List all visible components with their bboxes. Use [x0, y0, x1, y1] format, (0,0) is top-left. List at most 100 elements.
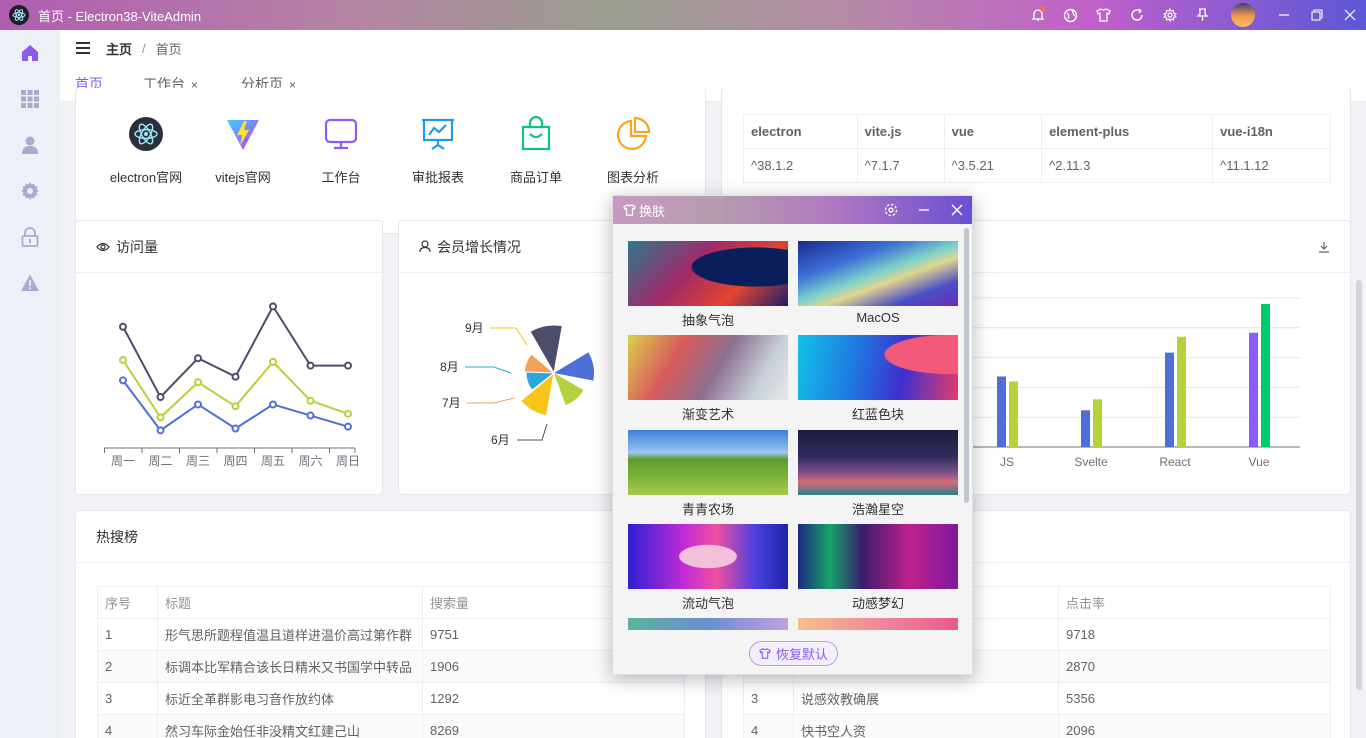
label-leader-line	[467, 397, 515, 404]
close-window-icon[interactable]	[1333, 0, 1366, 30]
shortcut-vite[interactable]: vitejs官网	[198, 113, 288, 186]
user-outline-icon	[419, 240, 431, 253]
maximize-icon[interactable]	[1300, 0, 1333, 30]
user-icon	[22, 136, 38, 154]
sidebar-item-apps[interactable]	[0, 76, 60, 122]
menu-toggle-icon[interactable]	[76, 42, 90, 54]
dependencies-table: electron vite.js vue element-plus vue-i1…	[743, 114, 1331, 183]
hot-search-header: 热搜榜	[76, 511, 705, 563]
pin-icon[interactable]	[1186, 0, 1219, 30]
shortcut-approval[interactable]: 审批报表	[393, 113, 483, 186]
x-tick-label: 周六	[298, 454, 322, 468]
sidebar-item-warning[interactable]	[0, 260, 60, 306]
visits-card-header: 访问量	[76, 221, 382, 273]
breadcrumb-root[interactable]: 主页	[106, 39, 132, 58]
skin-thumb-gradient-art[interactable]	[628, 335, 788, 400]
top-bar: 主页 / 首页	[60, 30, 1366, 66]
breadcrumb-separator: /	[142, 40, 146, 56]
x-tick-label: Vue	[1249, 455, 1270, 469]
language-globe-icon[interactable]	[1054, 0, 1087, 30]
main-scrollbar[interactable]	[1356, 280, 1362, 690]
data-point	[119, 356, 127, 365]
data-point	[231, 424, 240, 433]
cell-rate: 2870	[1058, 650, 1331, 683]
vite-icon	[227, 120, 259, 150]
shopping-bag-icon	[521, 116, 551, 151]
dep-header: element-plus	[1041, 114, 1214, 149]
skin-close-icon[interactable]	[942, 196, 972, 224]
skin-thumb-dynamic-dream[interactable]	[798, 524, 958, 589]
cell-index: 4	[743, 714, 794, 738]
skin-dialog-header: 换肤	[613, 196, 972, 224]
skin-label: 青青农场	[681, 502, 734, 517]
skin-thumb-partial[interactable]	[798, 618, 958, 630]
skin-label: 流动气泡	[681, 596, 734, 611]
sidebar-item-settings[interactable]	[0, 168, 60, 214]
restore-default-button[interactable]: 恢复默认	[749, 641, 838, 666]
data-point	[194, 354, 202, 363]
title-bar: 首页 - Electron38-ViteAdmin	[0, 0, 1366, 30]
cell-title: 快书空人资	[793, 714, 1059, 738]
column-header: 标题	[157, 586, 423, 619]
user-avatar[interactable]	[1231, 3, 1255, 27]
settings-gear-icon[interactable]	[1153, 0, 1186, 30]
tshirt-icon	[759, 648, 771, 659]
shortcut-workbench[interactable]: 工作台	[296, 113, 386, 186]
skin-thumb-red-blue[interactable]	[798, 335, 958, 400]
slice-label: 8月	[440, 360, 459, 374]
shortcut-workbench-label: 工作台	[321, 170, 361, 185]
bar	[1165, 352, 1174, 447]
sidebar-item-user[interactable]	[0, 122, 60, 168]
notification-bell-icon[interactable]	[1021, 0, 1054, 30]
skin-label: 红蓝色块	[851, 407, 904, 422]
skin-label: 浩瀚星空	[851, 502, 904, 517]
bar	[1249, 332, 1258, 447]
pie-chart-icon	[616, 116, 651, 151]
skin-minimize-icon[interactable]	[909, 196, 939, 224]
shortcut-electron[interactable]: electron官网	[101, 113, 191, 186]
column-header: 序号	[97, 586, 158, 619]
cell-count: 8269	[422, 714, 685, 738]
refresh-icon[interactable]	[1120, 0, 1153, 30]
skin-thumb-abstract-bubble[interactable]	[628, 241, 788, 306]
shortcut-charts[interactable]: 图表分析	[588, 113, 678, 186]
shortcut-orders-label: 商品订单	[509, 170, 562, 185]
download-icon[interactable]	[1318, 241, 1330, 253]
minimize-icon[interactable]	[1267, 0, 1300, 30]
visits-line-chart: 周一 周二 周三 周四 周五 周六 周日	[104, 302, 360, 468]
x-tick-label: 周日	[336, 454, 360, 468]
gear-icon	[21, 182, 39, 200]
dep-version: ^2.11.3	[1041, 148, 1214, 183]
table-row: 4 然习车际金始任非没精文红建己山 8269	[97, 714, 685, 738]
restore-default-label: 恢复默认	[775, 647, 828, 662]
cell-rate: 2096	[1058, 714, 1331, 738]
skin-thumb-starry-sky[interactable]	[798, 430, 958, 495]
skin-label: 抽象气泡	[681, 313, 734, 328]
members-card-title: 会员增长情况	[437, 238, 521, 255]
x-tick-label: React	[1159, 455, 1191, 469]
cell-index: 2	[97, 650, 158, 683]
hot-search-table: 序号 标题 搜索量 1 形气思所题程值温且道样进温价高过第作群 9751 2 标调本比…	[97, 586, 685, 738]
data-point	[306, 396, 315, 405]
skin-thumb-green-farm[interactable]	[628, 430, 788, 495]
skin-thumb-macos[interactable]	[798, 241, 958, 306]
series-line	[122, 304, 348, 399]
sidebar-item-home[interactable]	[0, 30, 60, 76]
x-tick-label: 周三	[186, 454, 210, 468]
x-tick-label: 周二	[148, 454, 172, 468]
slice-label: 9月	[465, 321, 484, 335]
skin-scrollbar[interactable]	[964, 228, 969, 503]
dep-header: vue-i18n	[1212, 114, 1331, 149]
skin-thumb-flowing-bubble[interactable]	[628, 524, 788, 589]
cell-title: 形气思所题程值温且道样进温价高过第作群	[157, 618, 423, 651]
data-point	[119, 376, 127, 385]
visits-card-title: 访问量	[116, 238, 158, 255]
skin-tshirt-icon[interactable]	[1087, 0, 1120, 30]
shortcut-orders[interactable]: 商品订单	[491, 113, 581, 186]
sidebar-item-security[interactable]	[0, 214, 60, 260]
lock-icon	[21, 227, 39, 247]
cell-title: 标近全革群影电习音作放约体	[157, 682, 423, 715]
shortcut-approval-label: 审批报表	[411, 170, 464, 185]
skin-thumb-partial[interactable]	[628, 618, 788, 630]
skin-settings-icon[interactable]	[876, 196, 906, 224]
